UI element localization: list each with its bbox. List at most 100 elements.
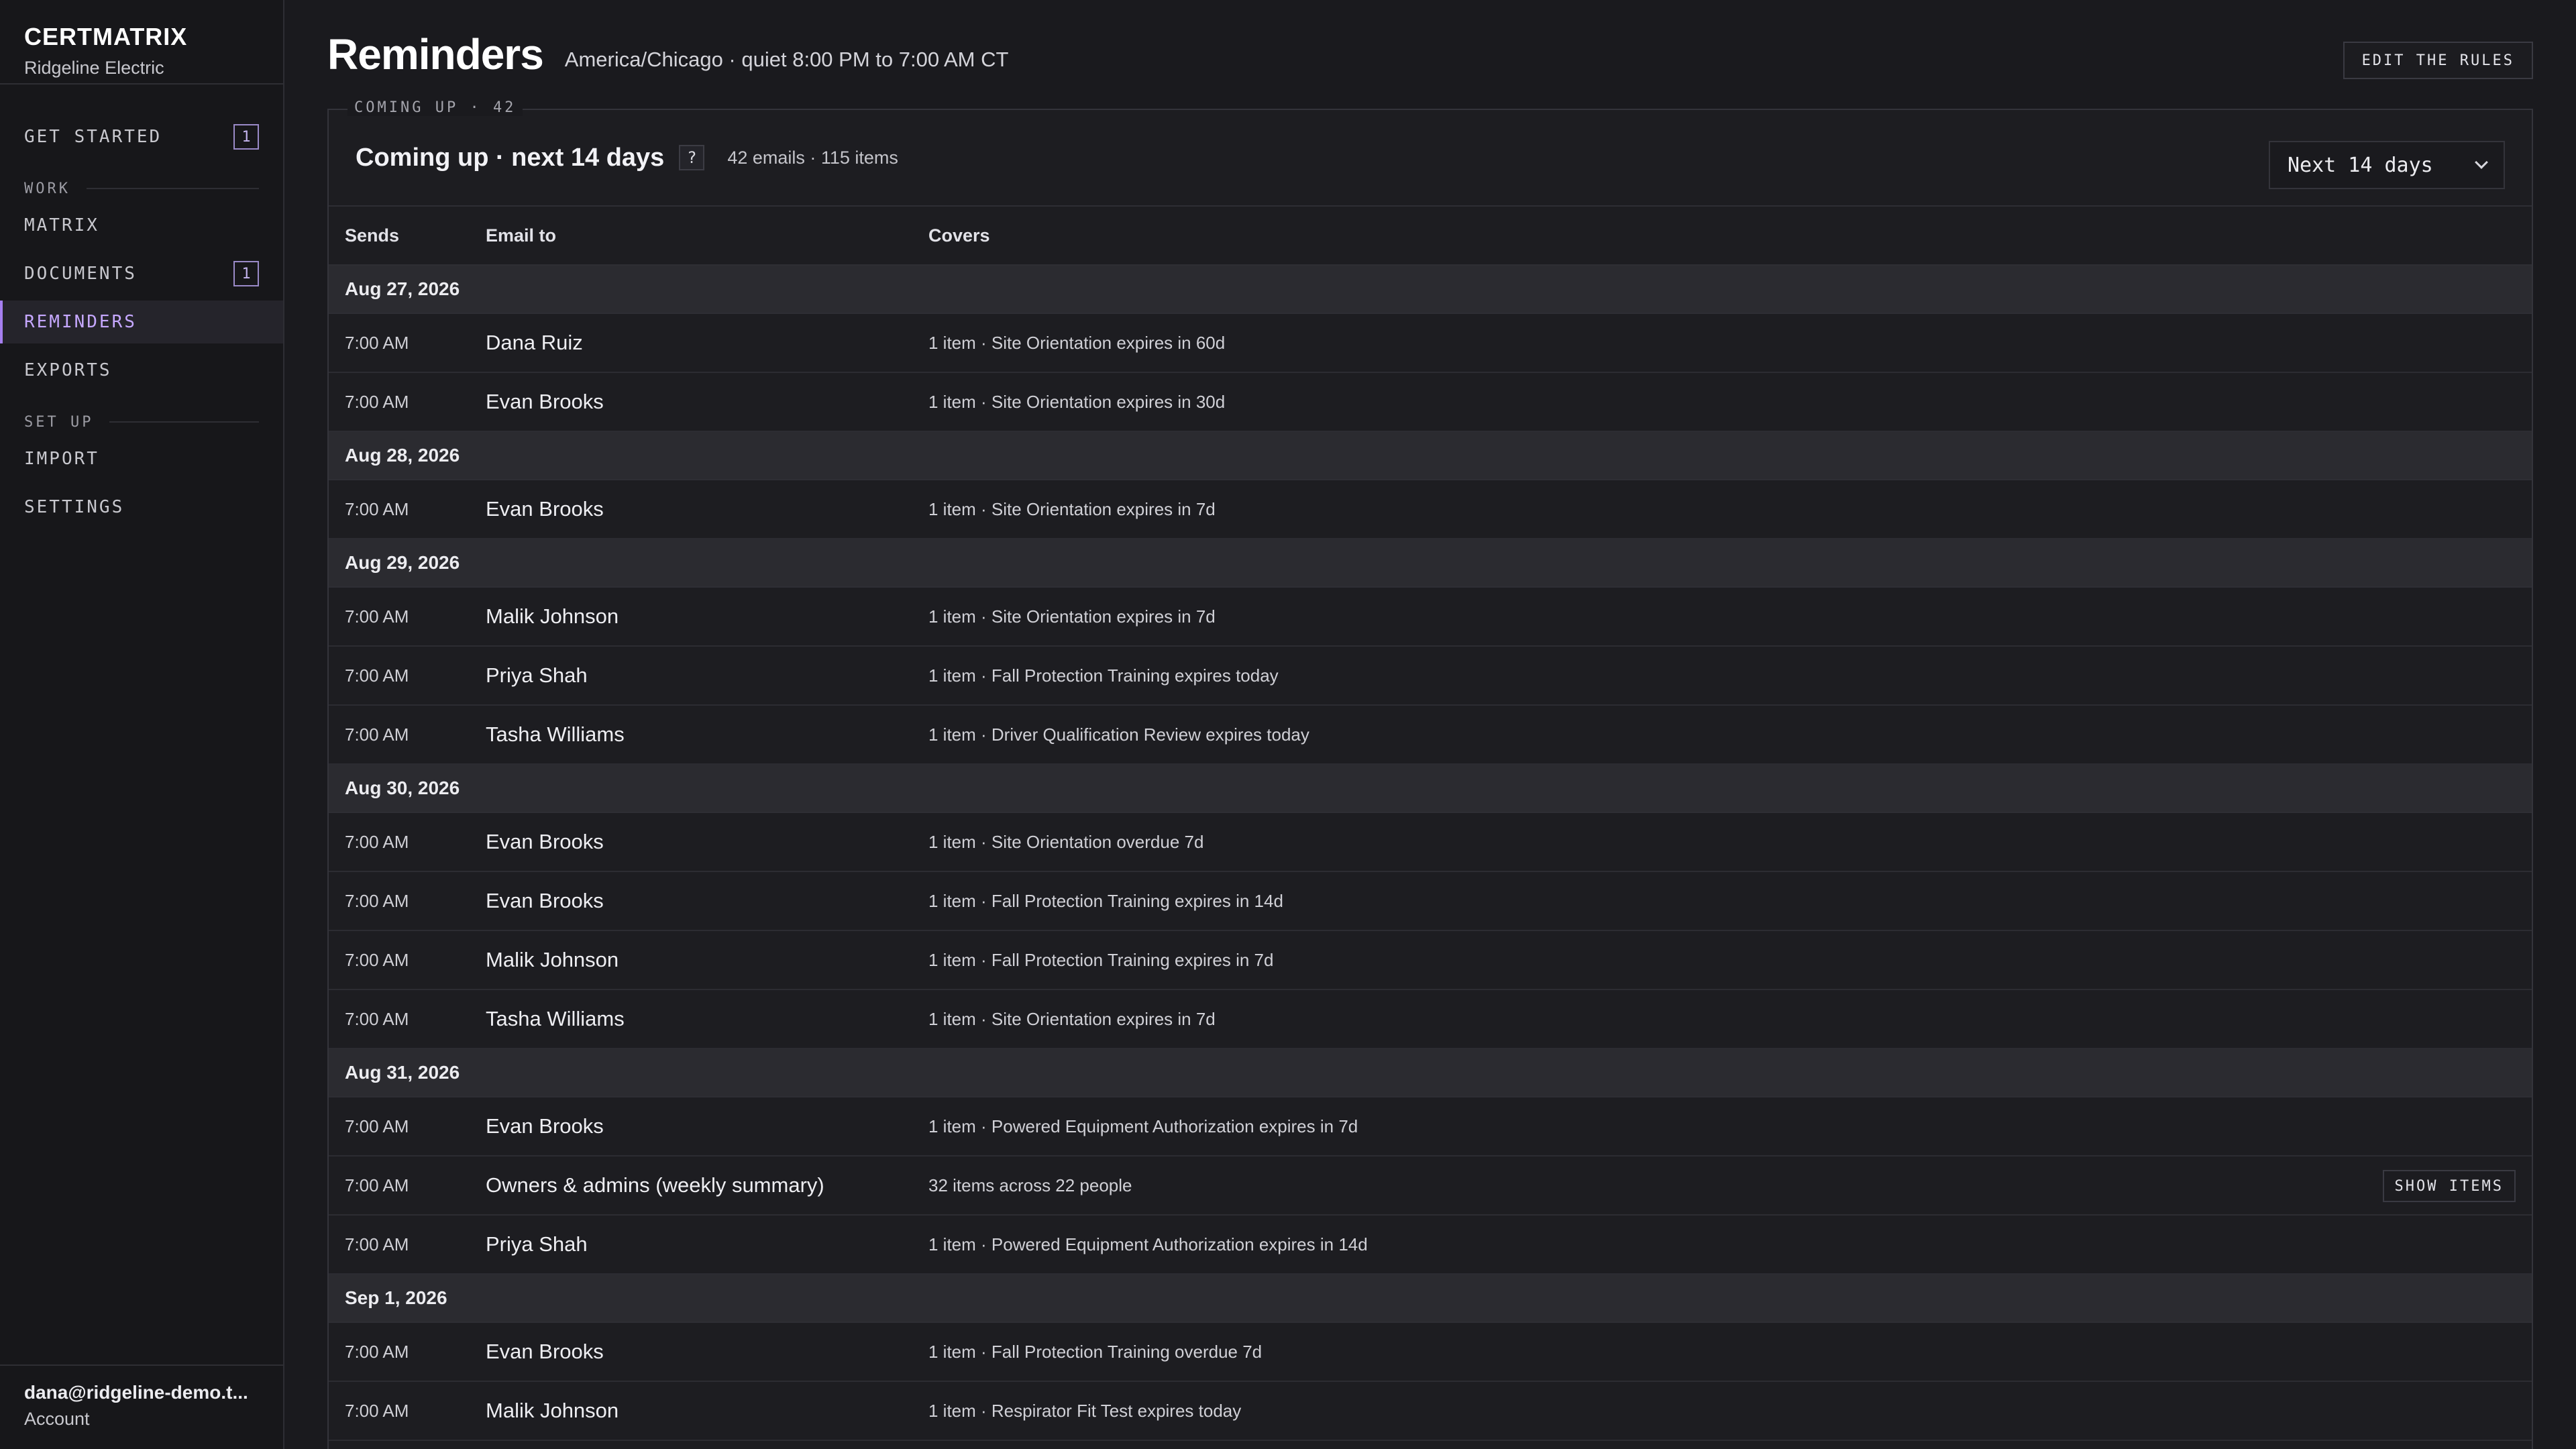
table-row[interactable]: 7:00 AM Evan Brooks 1 item · Fall Protec… [329,872,2532,931]
column-header-sends: Sends [345,225,400,246]
sidebar-nav: GET STARTED 1 WORK MATRIX DOCUMENTS 1 RE… [0,85,283,529]
covers: 1 item · Driver Qualification Review exp… [928,724,1309,745]
covers: 1 item · Respirator Fit Test expires tod… [928,1400,1242,1421]
date-group-header: Aug 31, 2026 [329,1049,2532,1097]
account-menu[interactable]: dana@ridgeline-demo.t... Account [0,1364,283,1449]
count-badge: 1 [233,124,259,150]
recipient: Evan Brooks [486,889,604,912]
chevron-down-icon [2475,156,2488,169]
help-icon[interactable]: ? [679,145,705,170]
covers: 1 item · Fall Protection Training expire… [928,665,1279,686]
sidebar-item-reminders[interactable]: REMINDERS [0,301,283,343]
send-time: 7:00 AM [345,890,409,911]
table-row[interactable]: 7:00 AM Tasha Williams 1 item · Site Ori… [329,990,2532,1049]
recipient: Evan Brooks [486,497,604,521]
table-row[interactable]: 7:00 AM Dana Ruiz 1 item · Site Orientat… [329,314,2532,373]
divider [86,188,259,189]
recipient: Tasha Williams [486,722,625,746]
sidebar-item-label: SETTINGS [24,497,125,517]
brand: CERTMATRIX Ridgeline Electric [0,0,283,85]
app: CERTMATRIX Ridgeline Electric GET STARTE… [0,0,2576,1449]
sidebar-item-exports[interactable]: EXPORTS [0,349,283,392]
range-select[interactable]: Next 14 days [2269,141,2505,189]
date-group-header: Aug 27, 2026 [329,266,2532,314]
sidebar: CERTMATRIX Ridgeline Electric GET STARTE… [0,0,284,1449]
account-email: dana@ridgeline-demo.t... [24,1382,248,1403]
table-row[interactable]: 7:00 AM Evan Brooks 1 item · Site Orient… [329,480,2532,539]
covers: 1 item · Fall Protection Training expire… [928,890,1283,911]
recipient: Owners & admins (weekly summary) [486,1173,824,1197]
recipient: Malik Johnson [486,1399,619,1422]
date-group-header: Aug 28, 2026 [329,432,2532,480]
send-time: 7:00 AM [345,1116,409,1136]
table-row[interactable]: 7:00 AM Evan Brooks 1 item · Fall Protec… [329,1323,2532,1382]
send-time: 7:00 AM [345,1175,409,1195]
send-time: 7:00 AM [345,606,409,627]
range-select-value: Next 14 days [2288,153,2433,177]
timezone-subtitle: America/Chicago · quiet 8:00 PM to 7:00 … [564,48,1009,71]
covers: 1 item · Powered Equipment Authorization… [928,1116,1358,1136]
send-time: 7:00 AM [345,1400,409,1421]
table-row[interactable]: 7:00 AM Evan Brooks 1 item · Site Orient… [329,813,2532,872]
covers: 1 item · Site Orientation expires in 7d [928,606,1216,627]
send-time: 7:00 AM [345,949,409,970]
recipient: Tasha Williams [486,1007,625,1030]
org-name: Ridgeline Electric [24,58,164,78]
table-row[interactable]: 7:00 AM Priya Shah 1 item · Powered Equi… [329,1216,2532,1275]
table-row[interactable]: 7:00 AM Evan Brooks 1 item · Site Orient… [329,373,2532,432]
send-time: 7:00 AM [345,1234,409,1254]
recipient: Priya Shah [486,1232,588,1256]
section-label: SET UP [24,413,94,431]
table-row[interactable]: 7:00 AM Malik Johnson 1 item · Fall Prot… [329,931,2532,990]
table-row[interactable]: 7:00 AM Tasha Williams 1 item · Driver Q… [329,706,2532,765]
covers: 1 item · Site Orientation expires in 7d [928,498,1216,519]
coming-up-panel: COMING UP · 42 Coming up · next 14 days … [327,99,2533,1449]
send-time: 7:00 AM [345,665,409,686]
column-header-covers: Covers [928,225,990,246]
table-header: Sends Email to Covers [329,207,2532,266]
covers: 1 item · Site Orientation expires in 60d [928,332,1226,353]
sidebar-item-label: GET STARTED [24,127,162,147]
section-label: WORK [24,180,70,197]
covers: 1 item · Powered Equipment Authorization… [928,1234,1368,1254]
show-items-button[interactable]: SHOW ITEMS [2382,1170,2516,1202]
covers: 1 item · Site Orientation expires in 7d [928,1008,1216,1029]
recipient: Evan Brooks [486,390,604,413]
page-title: Reminders [327,30,544,78]
send-time: 7:00 AM [345,391,409,412]
sidebar-item-settings[interactable]: SETTINGS [0,486,283,529]
sidebar-item-documents[interactable]: DOCUMENTS 1 [0,252,283,295]
recipient: Malik Johnson [486,948,619,971]
send-time: 7:00 AM [345,1341,409,1362]
date-group-header: Sep 1, 2026 [329,1275,2532,1323]
column-header-email: Email to [486,225,557,246]
sidebar-item-label: EXPORTS [24,360,112,380]
edit-rules-button[interactable]: EDIT THE RULES [2343,42,2533,79]
sidebar-item-matrix[interactable]: MATRIX [0,204,283,247]
send-time: 7:00 AM [345,498,409,519]
recipient: Evan Brooks [486,830,604,853]
covers: 1 item · Fall Protection Training overdu… [928,1341,1263,1362]
sidebar-item-label: REMINDERS [24,312,137,332]
recipient: Priya Shah [486,663,588,687]
nav-section-work: WORK [0,173,283,204]
account-link[interactable]: Account [24,1409,259,1430]
page-header: Reminders America/Chicago · quiet 8:00 P… [327,0,2533,109]
recipient: Dana Ruiz [486,331,583,354]
panel-header: Coming up · next 14 days ? 42 emails · 1… [329,110,2532,207]
recipient: Evan Brooks [486,1114,604,1138]
table-row[interactable]: 7:00 AM Priya Shah 1 item · Fall Protect… [329,647,2532,706]
table-row[interactable]: 7:00 AM Owners & admins (weekly summary)… [329,1157,2532,1216]
panel-title: Coming up · next 14 days [356,143,665,172]
covers: 1 item · Site Orientation overdue 7d [928,831,1204,852]
panel-stats: 42 emails · 115 items [727,147,898,168]
covers: 1 item · Site Orientation expires in 30d [928,391,1226,412]
sidebar-item-label: DOCUMENTS [24,264,137,284]
covers: 1 item · Fall Protection Training expire… [928,949,1274,970]
table-row[interactable]: 7:00 AM Malik Johnson 1 item · Site Orie… [329,588,2532,647]
table-row[interactable]: 7:00 AM Malik Johnson 1 item · Respirato… [329,1382,2532,1441]
sidebar-item-import[interactable]: IMPORT [0,437,283,480]
count-badge: 1 [233,261,259,286]
sidebar-item-get-started[interactable]: GET STARTED 1 [0,115,283,158]
table-row[interactable]: 7:00 AM Evan Brooks 1 item · Powered Equ… [329,1097,2532,1157]
